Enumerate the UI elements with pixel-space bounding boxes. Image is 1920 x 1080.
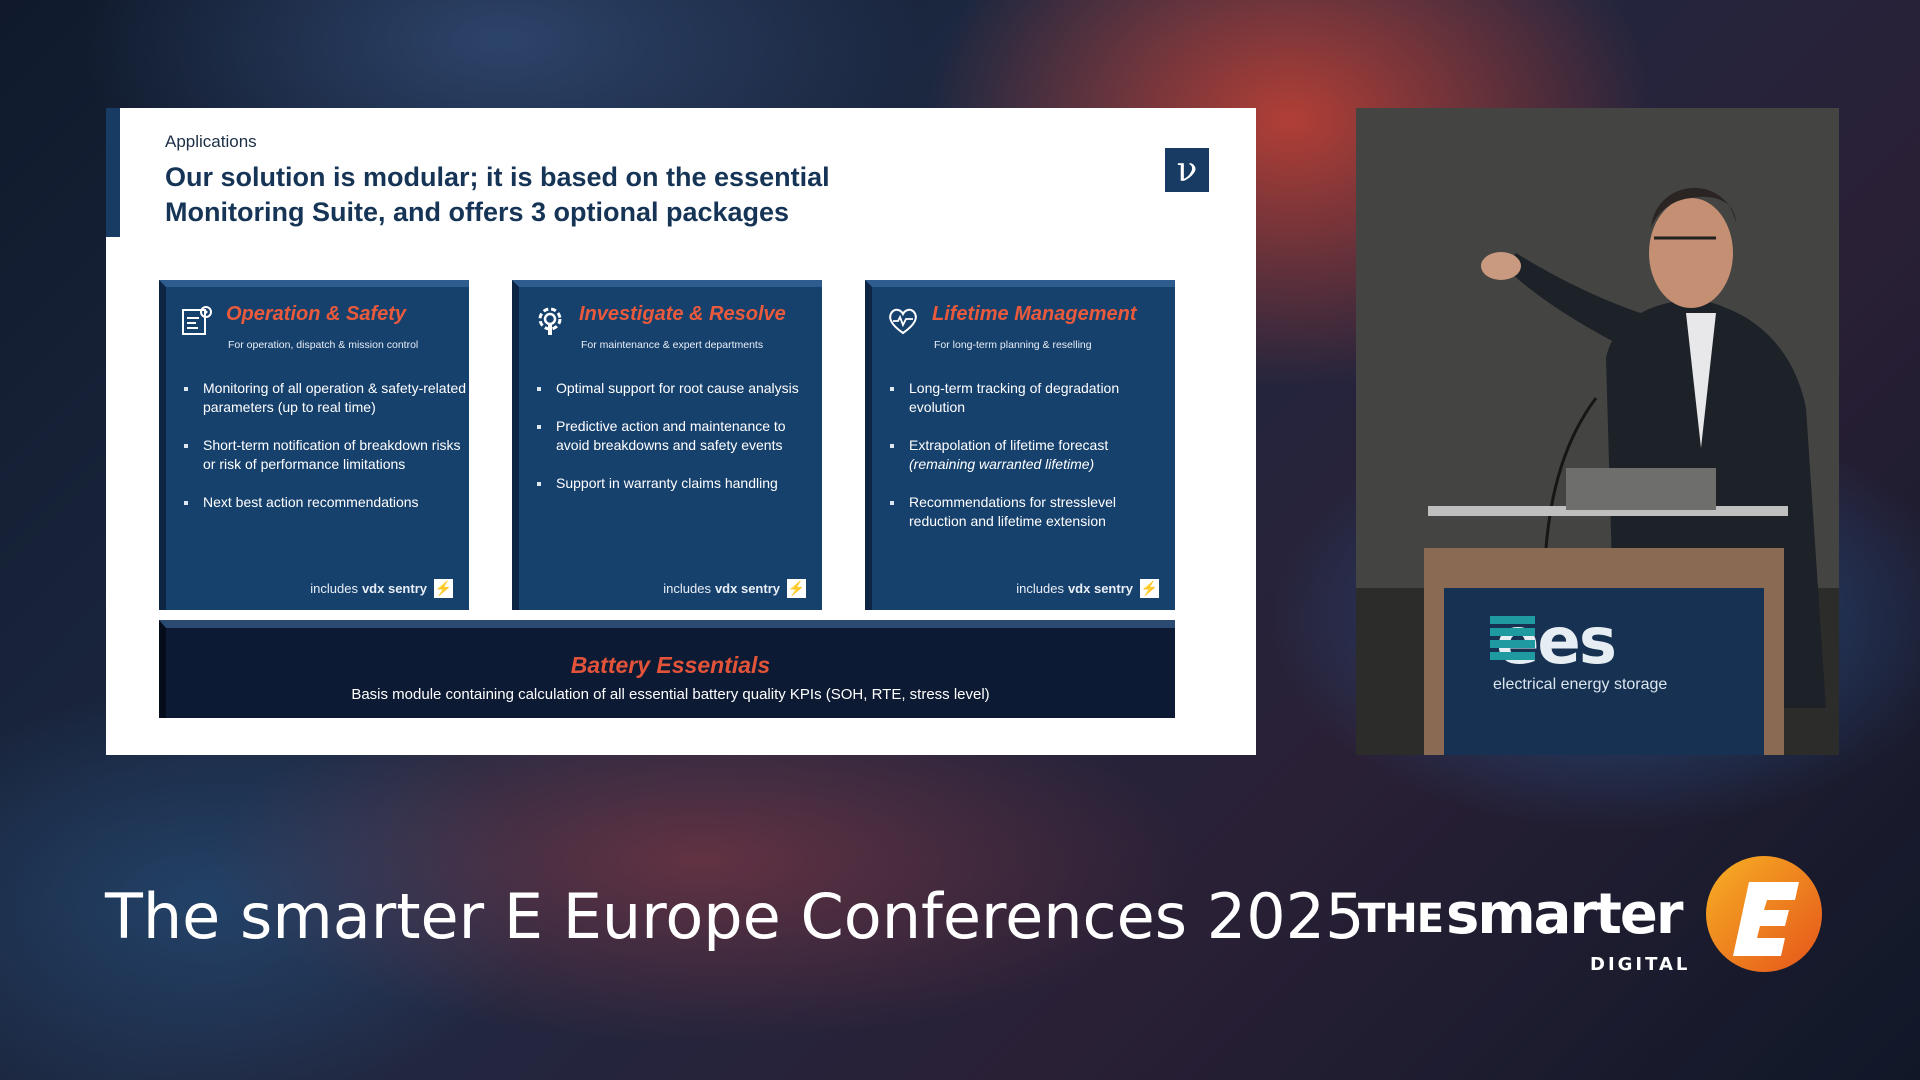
card-subtitle: For long-term planning & reselling — [934, 339, 1092, 351]
slide-accent-bar — [106, 108, 120, 237]
bullet-item: Long-term tracking of degradation evolut… — [890, 379, 1174, 417]
sentry-badge: includes vdx sentry ⚡ — [1016, 579, 1159, 598]
sentry-name: vdx sentry — [1067, 581, 1133, 596]
lightning-icon: ⚡ — [1140, 579, 1159, 598]
sentry-name: vdx sentry — [361, 581, 427, 596]
wrench-gear-icon — [538, 307, 562, 335]
essentials-subtitle: Basis module containing calculation of a… — [351, 686, 990, 703]
speaker-video-feed: ees electrical energy storage — [1356, 108, 1839, 755]
smarter-e-digital-logo: THE smarter DIGITAL — [1354, 852, 1844, 982]
smarter-e-emblem-icon — [1706, 856, 1822, 972]
bullet-note: (remaining warranted lifetime) — [909, 456, 1095, 472]
brand-smarter: smarter — [1446, 882, 1683, 947]
card-title: Lifetime Management — [932, 303, 1137, 325]
speaker-head — [1649, 198, 1733, 308]
gear-checklist-icon — [182, 306, 212, 335]
sentry-name: vdx sentry — [714, 581, 780, 596]
presentation-slide: Applications Our solution is modular; it… — [106, 108, 1256, 755]
bullet-item: Optimal support for root cause analysis — [537, 379, 821, 398]
bullet-item: Recommendations for stresslevel reductio… — [890, 493, 1174, 531]
bullet-item: Predictive action and maintenance to avo… — [537, 417, 821, 455]
card-subtitle: For operation, dispatch & mission contro… — [228, 339, 419, 351]
slide-section-label: Applications — [165, 132, 257, 151]
conference-title: The smarter E Europe Conferences 2025 — [105, 880, 1365, 953]
brand-digital: DIGITAL — [1590, 954, 1691, 975]
heart-pulse-icon — [889, 308, 917, 335]
bullet-item: Extrapolation of lifetime forecast (remai… — [890, 436, 1174, 474]
card-title: Investigate & Resolve — [579, 303, 786, 325]
lightning-icon: ⚡ — [787, 579, 806, 598]
sentry-prefix: includes — [1016, 581, 1064, 596]
sentry-prefix: includes — [663, 581, 711, 596]
card-bullet-list: Monitoring of all operation & safety-rel… — [184, 379, 468, 531]
sentry-badge: includes vdx sentry ⚡ — [310, 579, 453, 598]
essentials-title: Battery Essentials — [570, 652, 771, 678]
card-title: Operation & Safety — [226, 303, 407, 325]
card-bullet-list: Long-term tracking of degradation evolut… — [890, 379, 1174, 550]
package-card-investigate-resolve: Investigate & Resolve For maintenance & … — [512, 280, 822, 610]
battery-essentials-module: Battery Essentials Basis module containi… — [159, 620, 1175, 718]
podium-brand-bars-icon — [1490, 616, 1535, 664]
sentry-badge: includes vdx sentry ⚡ — [663, 579, 806, 598]
brand-the: THE — [1358, 896, 1444, 942]
slide-title: Our solution is modular; it is based on … — [165, 162, 830, 227]
card-bullet-list: Optimal support for root cause analysis … — [537, 379, 821, 512]
company-logo: ν — [1165, 148, 1209, 192]
lightning-icon: ⚡ — [434, 579, 453, 598]
bullet-text: Extrapolation of lifetime forecast — [909, 437, 1109, 453]
package-card-lifetime-management: Lifetime Management For long-term planni… — [865, 280, 1175, 610]
bullet-item: Support in warranty claims handling — [537, 474, 821, 493]
podium-brand-tagline: electrical energy storage — [1493, 676, 1668, 693]
sentry-prefix: includes — [310, 581, 358, 596]
bullet-item: Monitoring of all operation & safety-rel… — [184, 379, 468, 417]
card-subtitle: For maintenance & expert departments — [581, 339, 764, 351]
package-card-operation-safety: Operation & Safety For operation, dispat… — [159, 280, 469, 610]
bullet-item: Next best action recommendations — [184, 493, 468, 512]
bullet-item: Short-term notification of breakdown ris… — [184, 436, 468, 474]
